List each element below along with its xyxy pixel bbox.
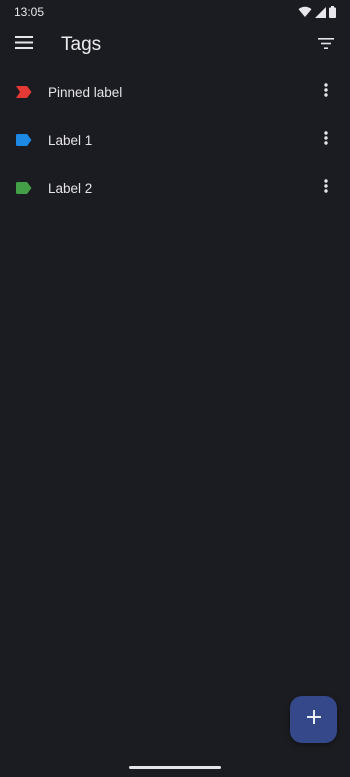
tag-icon [16,134,32,146]
filter-icon [318,36,334,54]
add-tag-button[interactable] [290,696,337,743]
plus-icon [306,710,321,729]
wifi-icon [298,6,312,18]
filter-button[interactable] [302,24,350,66]
tag-icon [16,182,32,194]
status-time: 13:05 [14,5,45,19]
tag-row-label-1[interactable]: Label 1 [0,116,350,164]
more-options-button[interactable] [302,116,350,164]
tag-label: Pinned label [48,84,123,100]
hamburger-menu-icon [15,36,33,54]
menu-button[interactable] [0,24,48,66]
pinned-tag-icon [16,86,32,98]
app-bar: Tags [0,24,350,66]
more-options-button[interactable] [302,164,350,212]
tag-list: Pinned label Label 1 Label 2 [0,68,350,212]
tag-row-pinned[interactable]: Pinned label [0,68,350,116]
more-options-button[interactable] [302,68,350,116]
more-vert-icon [324,82,328,102]
page-title: Tags [61,34,102,55]
status-bar: 13:05 [0,0,350,24]
more-vert-icon [324,130,328,150]
status-icons [298,6,336,18]
tag-label: Label 2 [48,180,93,196]
tag-label: Label 1 [48,132,93,148]
signal-icon [315,6,326,18]
battery-icon [329,6,336,18]
more-vert-icon [324,178,328,198]
tag-row-label-2[interactable]: Label 2 [0,164,350,212]
gesture-nav-handle[interactable] [129,766,221,769]
